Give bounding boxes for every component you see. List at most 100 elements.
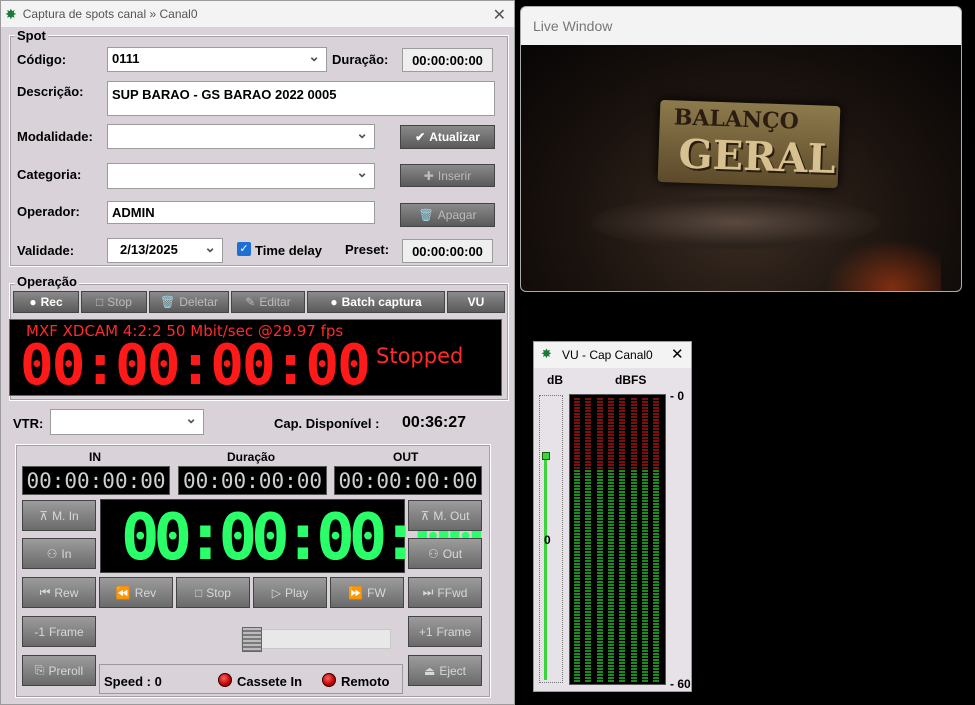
spot-group-title: Spot xyxy=(15,28,48,43)
out-header: OUT xyxy=(393,450,419,464)
live-window: Live Window BALANÇO GERAL xyxy=(520,6,962,292)
inserir-button[interactable]: ✚ Inserir xyxy=(400,164,495,187)
skip-forward-icon: ⏭ xyxy=(422,585,434,599)
vtr-stop-button[interactable]: □ Stop xyxy=(176,577,250,608)
remoto-label: Remoto xyxy=(341,674,390,689)
operacao-group-title: Operação xyxy=(15,274,79,289)
live-video-frame: BALANÇO GERAL xyxy=(521,45,961,291)
ffwd-button[interactable]: ⏭ FFwd xyxy=(408,577,482,608)
descricao-field[interactable]: SUP BARAO - GS BARAO 2022 0005 xyxy=(107,81,495,116)
modalidade-combo[interactable] xyxy=(107,124,375,149)
vu-column xyxy=(607,398,614,682)
preroll-button[interactable]: ⎘ Preroll xyxy=(22,655,96,686)
fire-sparks xyxy=(821,235,941,291)
validade-datepicker[interactable]: 2/13/2025 xyxy=(107,238,223,263)
stop-square-icon: □ xyxy=(195,585,203,600)
rev-button[interactable]: ⏪ Rev xyxy=(99,577,173,608)
gain-slider-track[interactable] xyxy=(539,395,563,683)
duracao-header: Duração xyxy=(227,450,276,464)
vu-column xyxy=(596,398,603,682)
live-window-title: Live Window xyxy=(533,18,613,34)
vu-column xyxy=(619,398,626,682)
fw-button[interactable]: ⏩ FW xyxy=(330,577,404,608)
out-timecode: 00:00:00:00 xyxy=(334,466,482,495)
stop-button[interactable]: □ Stop xyxy=(81,291,147,313)
app-star-icon: ✸ xyxy=(5,5,17,22)
m-in-button[interactable]: ⊼ M. In xyxy=(22,500,96,531)
close-icon[interactable]: ✕ xyxy=(493,5,506,25)
mark-in-icon: ⊼ xyxy=(39,508,49,523)
rew-button[interactable]: ⏮ Rew xyxy=(22,577,96,608)
vtr-status-bar: Speed : 0 Cassete In Remoto xyxy=(99,664,403,694)
in-header: IN xyxy=(89,450,101,464)
remoto-led xyxy=(322,673,336,687)
vu-column xyxy=(574,398,580,682)
categoria-combo[interactable] xyxy=(107,163,375,189)
cap-disponivel-label: Cap. Disponível : xyxy=(274,416,380,431)
editar-button[interactable]: ✎ Editar xyxy=(231,291,305,313)
modalidade-label: Modalidade: xyxy=(17,129,93,144)
frame-plus-button[interactable]: +1 Frame xyxy=(408,616,482,647)
operador-label: Operador: xyxy=(17,204,80,219)
rewind-icon: ⏪ xyxy=(115,585,131,600)
frame-minus-button[interactable]: -1 Frame xyxy=(22,616,96,647)
edit-icon: ✎ xyxy=(245,295,256,309)
vu-column xyxy=(641,398,648,682)
capture-status: Stopped xyxy=(376,344,464,368)
duracao-field: 00:00:00:00 xyxy=(402,48,493,72)
play-icon: ▷ xyxy=(271,585,281,600)
shuttle-slider-track[interactable] xyxy=(241,627,391,652)
duracao-label: Duração: xyxy=(332,52,389,67)
binoculars-icon: ⚇ xyxy=(46,546,58,561)
gain-slider-bar xyxy=(544,454,547,680)
db-label: dB xyxy=(547,373,563,387)
play-button[interactable]: ▷ Play xyxy=(253,577,327,608)
logo-line2: GERAL xyxy=(677,130,837,184)
vu-titlebar: ✸ VU - Cap Canal0 ✕ xyxy=(534,342,691,368)
capture-window: ✸ Captura de spots canal » Canal0 ✕ Spot… xyxy=(0,0,515,705)
record-dot-icon: ● xyxy=(29,295,37,309)
checkmark-icon: ✔ xyxy=(415,130,426,144)
preset-field[interactable]: 00:00:00:00 xyxy=(402,239,493,263)
stop-square-icon: □ xyxy=(96,295,104,309)
shuttle-slider-thumb[interactable] xyxy=(242,627,262,652)
duracao-timecode: 00:00:00:00 xyxy=(178,466,327,495)
in-timecode: 00:00:00:00 xyxy=(22,466,170,495)
dbfs-label: dBFS xyxy=(615,373,647,387)
batch-captura-button[interactable]: ● Batch captura xyxy=(307,291,445,313)
codigo-combo[interactable]: 0111 xyxy=(107,47,327,72)
close-icon[interactable]: ✕ xyxy=(671,345,684,363)
vu-button[interactable]: VU xyxy=(447,291,505,313)
skip-back-icon: ⏮ xyxy=(39,585,51,599)
time-delay-checkbox[interactable]: ✓ xyxy=(237,242,251,256)
out-button[interactable]: ⚇ Out xyxy=(408,538,482,569)
vtr-combo[interactable] xyxy=(50,409,204,435)
codigo-label: Código: xyxy=(17,52,67,67)
in-button[interactable]: ⚇ In xyxy=(22,538,96,569)
binoculars-icon: ⚇ xyxy=(427,546,439,561)
plus-one-icon: +1 xyxy=(418,624,433,639)
speed-label: Speed : 0 xyxy=(104,674,162,689)
atualizar-button[interactable]: ✔ Atualizar xyxy=(400,125,495,149)
vu-meter xyxy=(569,394,666,685)
gain-slider-thumb[interactable] xyxy=(542,452,550,460)
deletar-button[interactable]: 🗑 Deletar xyxy=(149,291,229,313)
categoria-label: Categoria: xyxy=(17,167,82,182)
vu-column xyxy=(585,398,592,682)
apagar-button[interactable]: 🗑 Apagar xyxy=(400,203,495,227)
db-scale-mid: 0 xyxy=(544,533,551,547)
trash-icon: 🗑 xyxy=(418,208,434,222)
record-dot-icon: ● xyxy=(330,295,338,309)
vtr-label: VTR: xyxy=(13,416,44,431)
descricao-label: Descrição: xyxy=(17,84,84,99)
operador-field[interactable]: ADMIN xyxy=(107,201,375,224)
program-logo: BALANÇO GERAL xyxy=(657,99,841,189)
m-out-button[interactable]: ⊼ M. Out xyxy=(408,500,482,531)
vu-meter-bars xyxy=(574,398,663,682)
dbfs-scale-bottom: - 60 xyxy=(670,677,691,691)
vu-column xyxy=(630,398,637,682)
trash-icon: 🗑 xyxy=(160,295,176,309)
eject-button[interactable]: ⏏ Eject xyxy=(408,655,482,686)
plus-icon: ✚ xyxy=(423,168,434,183)
rec-button[interactable]: ● Rec xyxy=(13,291,79,313)
